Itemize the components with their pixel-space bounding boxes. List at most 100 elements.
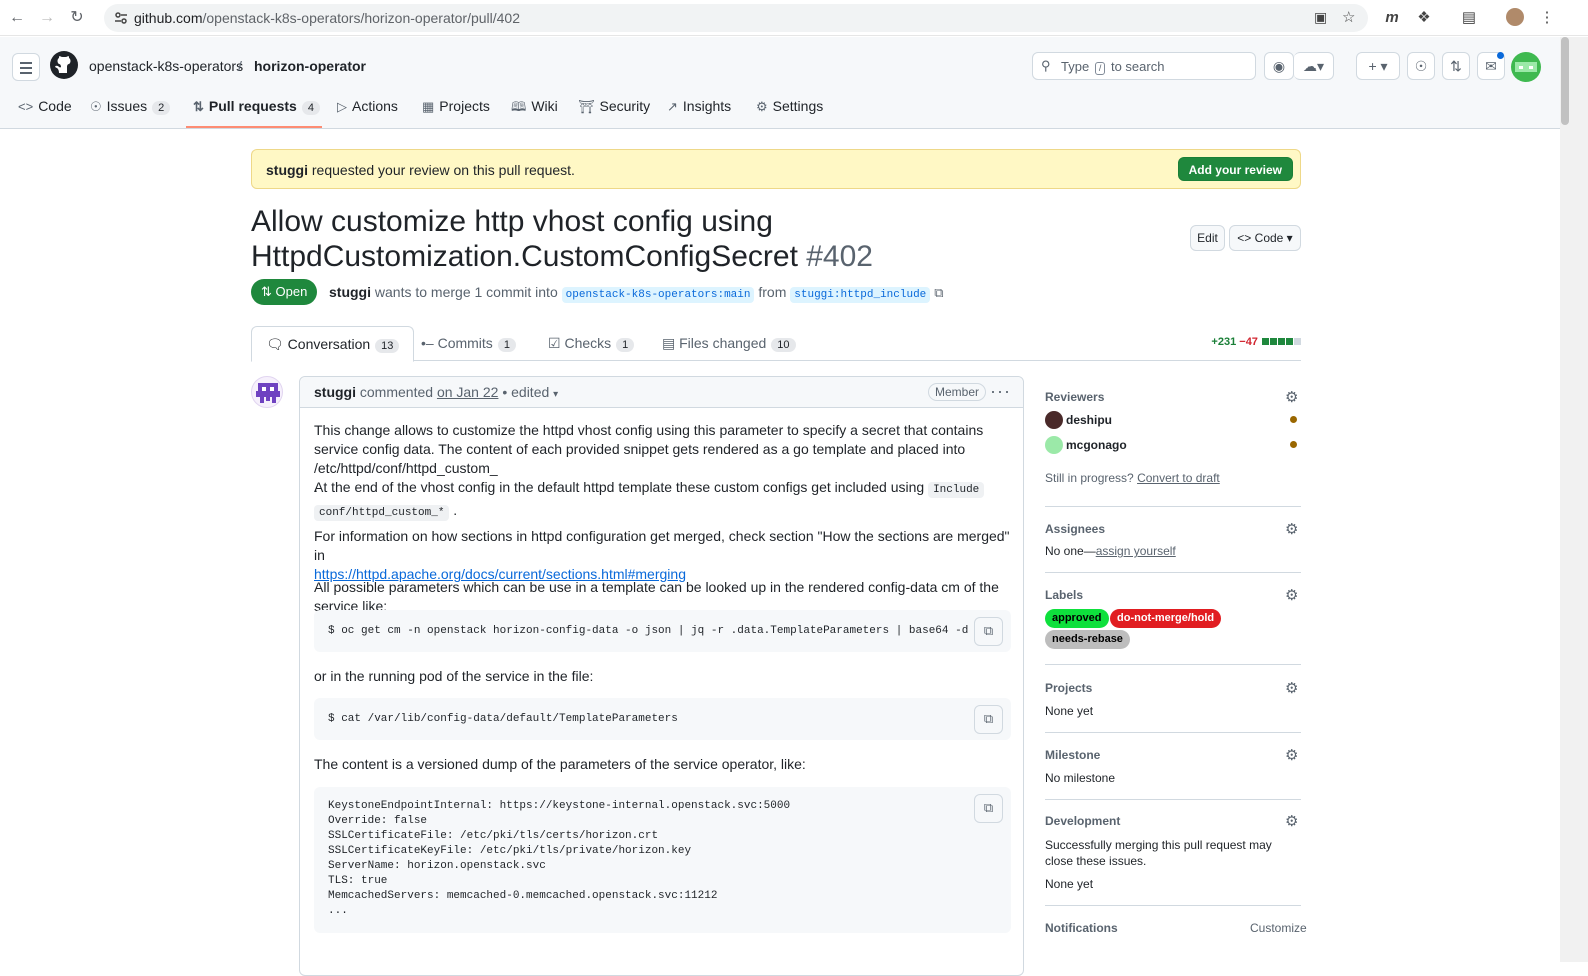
assignees-title[interactable]: Assignees bbox=[1045, 522, 1105, 536]
pr-title: Allow customize http vhost config using … bbox=[251, 205, 873, 273]
notifications-title: Notifications bbox=[1045, 921, 1118, 935]
add-review-button[interactable]: Add your review bbox=[1177, 157, 1293, 181]
projects-title[interactable]: Projects bbox=[1045, 681, 1092, 695]
assign-yourself-link[interactable]: assign yourself bbox=[1096, 544, 1176, 558]
projects-value: None yet bbox=[1045, 704, 1094, 718]
breadcrumb-owner[interactable]: openstack-k8s-operators bbox=[89, 58, 243, 74]
tab-pull-requests[interactable]: ⇅ Pull requests 4 bbox=[193, 98, 320, 115]
play-icon: ▷ bbox=[337, 99, 347, 114]
site-info-icon[interactable] bbox=[114, 11, 128, 25]
code-block: KeystoneEndpointInternal: https://keysto… bbox=[314, 787, 1011, 933]
reload-icon[interactable]: ↻ bbox=[68, 9, 86, 27]
extension-m-icon[interactable]: m bbox=[1382, 8, 1402, 28]
forward-icon[interactable]: → bbox=[38, 9, 56, 27]
customize-link[interactable]: Customize bbox=[1250, 921, 1307, 935]
copy-icon[interactable]: ⧉ bbox=[974, 705, 1003, 734]
gear-icon: ⚙ bbox=[756, 99, 768, 114]
tab-actions[interactable]: ▷ Actions bbox=[337, 98, 398, 115]
commit-icon: •– bbox=[421, 335, 434, 351]
bookmark-star-icon[interactable]: ☆ bbox=[1342, 8, 1355, 26]
avatar bbox=[1045, 411, 1063, 429]
selected-tab-indicator bbox=[186, 126, 322, 128]
search-input[interactable]: ⚲ Type / to search bbox=[1032, 52, 1256, 80]
divider bbox=[1045, 732, 1301, 733]
tab-commits[interactable]: •– Commits 1 bbox=[421, 335, 516, 352]
tab-issues[interactable]: ☉ Issues 2 bbox=[90, 98, 171, 115]
assignees-value: No one—assign yourself bbox=[1045, 544, 1176, 558]
page-scrollbar[interactable] bbox=[1560, 37, 1588, 962]
code-dropdown-button[interactable]: <> Code ▾ bbox=[1229, 225, 1301, 251]
tab-settings[interactable]: ⚙ Settings bbox=[756, 98, 823, 115]
code-icon: <> bbox=[18, 99, 34, 114]
pending-review-icon bbox=[1290, 441, 1297, 448]
head-branch[interactable]: stuggi:httpd_include bbox=[790, 287, 931, 303]
edit-button[interactable]: Edit bbox=[1190, 225, 1225, 251]
projects-gear-icon[interactable]: ⚙ bbox=[1285, 679, 1298, 697]
additions-count: +231 bbox=[1211, 336, 1237, 348]
shield-icon: ⛩ bbox=[578, 99, 595, 114]
install-app-icon[interactable]: ▣ bbox=[1314, 9, 1327, 26]
development-title[interactable]: Development bbox=[1045, 814, 1120, 828]
copilot-dropdown-icon[interactable]: ☁▾ bbox=[1294, 52, 1334, 80]
pull-requests-icon[interactable]: ⇅ bbox=[1442, 52, 1470, 80]
tab-search-icon[interactable]: ▤ bbox=[1459, 8, 1479, 28]
reviewer-name[interactable]: mcgonago bbox=[1066, 438, 1127, 452]
issues-icon[interactable]: ☉ bbox=[1407, 52, 1435, 80]
extensions-puzzle-icon[interactable]: ❖ bbox=[1414, 8, 1434, 28]
diffstat: +231 −47 bbox=[1211, 336, 1301, 348]
labels-gear-icon[interactable]: ⚙ bbox=[1285, 586, 1298, 604]
tab-code[interactable]: <> Code bbox=[18, 98, 72, 114]
user-avatar[interactable] bbox=[1511, 52, 1541, 82]
divider bbox=[1045, 572, 1301, 573]
author-avatar[interactable] bbox=[251, 376, 283, 408]
paragraph: The content is a versioned dump of the p… bbox=[314, 756, 806, 772]
comment-author[interactable]: stuggi bbox=[314, 384, 356, 400]
convert-to-draft-link[interactable]: Convert to draft bbox=[1137, 471, 1220, 485]
pr-meta: stuggi wants to merge 1 commit into open… bbox=[329, 284, 944, 303]
breadcrumb-repo[interactable]: horizon-operator bbox=[254, 58, 366, 74]
comment-header: stuggi commented on Jan 22 • edited ▾ Me… bbox=[300, 377, 1023, 408]
profile-avatar-icon[interactable] bbox=[1506, 8, 1524, 26]
divider bbox=[1045, 506, 1301, 507]
pr-icon: ⇅ bbox=[193, 99, 204, 114]
label-do-not-merge-hold[interactable]: do-not-merge/hold bbox=[1110, 609, 1222, 628]
base-branch[interactable]: openstack-k8s-operators:main bbox=[561, 287, 755, 303]
assignees-gear-icon[interactable]: ⚙ bbox=[1285, 520, 1298, 538]
milestone-gear-icon[interactable]: ⚙ bbox=[1285, 746, 1298, 764]
commits-count: 1 bbox=[497, 338, 516, 352]
reviewers-gear-icon[interactable]: ⚙ bbox=[1285, 388, 1298, 406]
tab-insights[interactable]: ↗ Insights bbox=[667, 98, 731, 115]
create-new-icon[interactable]: + ▾ bbox=[1356, 52, 1400, 80]
development-gear-icon[interactable]: ⚙ bbox=[1285, 812, 1298, 830]
edited-dropdown[interactable]: • edited bbox=[498, 384, 549, 400]
github-logo-icon[interactable] bbox=[50, 51, 78, 79]
reviewer-name[interactable]: deshipu bbox=[1066, 413, 1112, 427]
tab-checks[interactable]: ☑ Checks 1 bbox=[548, 335, 635, 352]
copy-branch-icon[interactable]: ⧉ bbox=[934, 285, 943, 300]
file-diff-icon: ▤ bbox=[662, 335, 676, 351]
development-value: None yet bbox=[1045, 877, 1094, 891]
copy-icon[interactable]: ⧉ bbox=[974, 794, 1003, 823]
label-approved[interactable]: approved bbox=[1045, 609, 1109, 628]
reviewers-title[interactable]: Reviewers bbox=[1045, 390, 1104, 404]
tab-wiki[interactable]: 🕮 Wiki bbox=[511, 98, 558, 120]
menu-icon[interactable] bbox=[12, 53, 40, 81]
back-icon[interactable]: ← bbox=[8, 9, 26, 27]
labels-title[interactable]: Labels bbox=[1045, 588, 1083, 602]
address-bar[interactable]: github.com/openstack-k8s-operators/horiz… bbox=[104, 4, 1368, 32]
chrome-menu-icon[interactable]: ⋮ bbox=[1537, 8, 1557, 28]
notification-dot bbox=[1497, 52, 1504, 59]
copilot-icon[interactable]: ◉ bbox=[1264, 52, 1294, 80]
divider bbox=[1045, 799, 1301, 800]
comments-icon: 🗨 bbox=[266, 336, 284, 352]
tab-conversation[interactable]: 🗨 Conversation 13 bbox=[251, 326, 415, 362]
search-icon: ⚲ bbox=[1041, 58, 1051, 73]
tab-projects[interactable]: ▦ Projects bbox=[422, 98, 490, 115]
kebab-menu-icon[interactable]: ··· bbox=[990, 381, 1011, 402]
tab-security[interactable]: ⛩ Security bbox=[578, 98, 650, 115]
label-needs-rebase[interactable]: needs-rebase bbox=[1045, 630, 1130, 649]
comment-date[interactable]: on Jan 22 bbox=[437, 384, 499, 400]
tab-files-changed[interactable]: ▤ Files changed 10 bbox=[662, 335, 796, 352]
milestone-title[interactable]: Milestone bbox=[1045, 748, 1100, 762]
copy-icon[interactable]: ⧉ bbox=[974, 617, 1003, 646]
